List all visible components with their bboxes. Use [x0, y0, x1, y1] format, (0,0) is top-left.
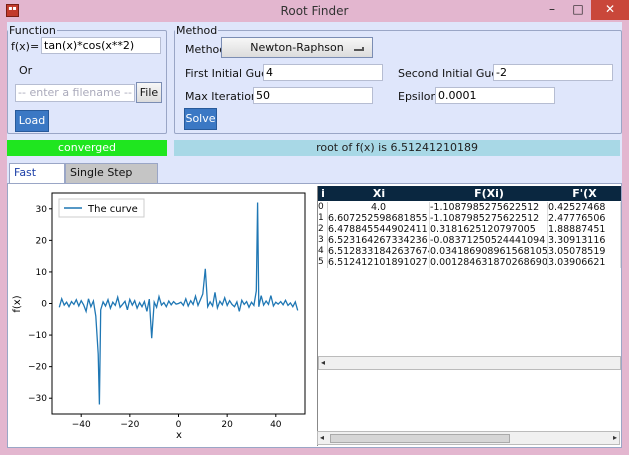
tab-single-step-mode[interactable]: Single Step Mode — [65, 163, 158, 197]
table-cell: 3.03906621 — [548, 257, 621, 268]
table-horizontal-scrollbar[interactable]: ◂ ▸ — [317, 431, 620, 445]
tab-fast-mode[interactable]: Fast Mode — [9, 163, 65, 197]
table-row-index: 0 — [318, 202, 328, 213]
table-header-fxi: F(Xi) — [430, 186, 548, 201]
table-cell: -0.08371250524441094 — [430, 235, 548, 246]
y-tick-label: 10 — [36, 268, 48, 278]
app-window: ▪▪ Root Finder – □ ✕ Function f(x)= tan(… — [0, 0, 629, 455]
table-row-index: 3 — [318, 235, 328, 246]
fx-label: f(x)= — [11, 40, 40, 53]
scroll-left-icon[interactable]: ◂ — [320, 433, 324, 442]
table-header-i: i — [318, 186, 328, 201]
or-label: Or — [19, 64, 33, 77]
x-tick-label: 40 — [270, 420, 282, 430]
x-tick-label: −40 — [72, 420, 91, 430]
x-axis-label: x — [176, 430, 182, 441]
table-cell: 3.05078519 — [548, 246, 621, 257]
table-cell: 6.5128331842637674 — [328, 246, 430, 257]
table-cell: -1.1087985275622512 — [430, 213, 548, 224]
function-legend: Function — [9, 24, 56, 37]
method-dropdown[interactable]: Newton-Raphson — [221, 37, 373, 58]
scroll-left-icon[interactable]: ◂ — [321, 358, 325, 367]
legend-label: The curve — [87, 204, 138, 215]
scroll-right-icon[interactable]: ▸ — [613, 433, 617, 442]
y-tick-label: −20 — [28, 363, 47, 373]
load-button[interactable]: Load — [15, 110, 49, 132]
status-badge: converged — [7, 140, 167, 156]
table-cell: 1.88887451 — [548, 224, 621, 235]
maximize-button[interactable]: □ — [565, 0, 591, 20]
y-axis-ticks: 30 20 10 0 −10 −20 −30 — [28, 205, 52, 404]
x-tick-label: 20 — [221, 420, 233, 430]
solve-button[interactable]: Solve — [184, 108, 217, 130]
table-header-xi: Xi — [328, 186, 430, 201]
x-tick-label: 0 — [176, 420, 182, 430]
window-title: Root Finder — [280, 4, 349, 18]
scroll-thumb[interactable] — [330, 434, 510, 443]
filename-input[interactable]: -- enter a filename -- — [15, 84, 135, 102]
table-row-index: 5 — [318, 257, 328, 268]
table-cell: 0.034186908961568105 — [430, 246, 548, 257]
client-area: Function f(x)= tan(x)*cos(x**2) Or -- en… — [7, 22, 622, 448]
max-iterations-label: Max Iterations — [185, 90, 264, 103]
x-axis-ticks: −40 −20 0 20 40 — [72, 414, 282, 430]
close-button[interactable]: ✕ — [591, 0, 629, 20]
table-cell: 6.478845544902411 — [328, 224, 430, 235]
table-cell: 0.42527468 — [548, 202, 621, 213]
table-header-dfxi: F'(X — [548, 186, 621, 201]
result-display: root of f(x) is 6.51241210189 — [174, 140, 620, 156]
file-button[interactable]: File — [136, 82, 162, 103]
y-axis-label: f(x) — [12, 295, 23, 312]
epsilon-label: Epsilon — [398, 90, 438, 103]
table-cell: 4.0 — [328, 202, 430, 213]
table-cell: 3.30913116 — [548, 235, 621, 246]
function-plot: 30 20 10 0 −10 −20 −30 −40 −20 0 20 40 The curve x… — [10, 186, 315, 444]
table-cell: 0.3181625120797005 — [430, 224, 548, 235]
table-row-index: 2 — [318, 224, 328, 235]
minimize-button[interactable]: – — [539, 0, 565, 20]
method-legend: Method — [176, 24, 218, 37]
table-row-index: 4 — [318, 246, 328, 257]
method-dropdown-value: Newton-Raphson — [250, 41, 344, 54]
y-tick-label: 30 — [36, 205, 48, 215]
second-guess-input[interactable]: -2 — [493, 64, 613, 81]
table-cell: 6.512412101891027 — [328, 257, 430, 268]
max-iterations-input[interactable]: 50 — [253, 87, 373, 104]
table-cell: 0.0012846318702686903 — [430, 257, 548, 268]
y-tick-label: −10 — [28, 331, 47, 341]
table-row-index: 1 — [318, 213, 328, 224]
y-tick-label: −30 — [28, 394, 47, 404]
fx-input[interactable]: tan(x)*cos(x**2) — [41, 37, 161, 54]
table-cell: -1.1087985275622512 — [430, 202, 548, 213]
y-tick-label: 20 — [36, 236, 48, 246]
iteration-table: i Xi F(Xi) F'(X 0 4.0 -1.1087985275622512 0… — [317, 186, 621, 446]
y-tick-label: 0 — [41, 300, 47, 310]
table-cell: 2.47776506 — [548, 213, 621, 224]
epsilon-input[interactable]: 0.0001 — [435, 87, 555, 104]
table-cell: 6.523164267334236 — [328, 235, 430, 246]
table-cell: 6.607252598681855 — [328, 213, 430, 224]
x-tick-label: −20 — [120, 420, 139, 430]
first-guess-input[interactable]: 4 — [263, 64, 383, 81]
table-scrollbar[interactable]: ◂ — [318, 356, 621, 370]
dropdown-arrow-icon — [354, 47, 364, 51]
title-bar[interactable]: ▪▪ Root Finder – □ ✕ — [0, 0, 629, 22]
